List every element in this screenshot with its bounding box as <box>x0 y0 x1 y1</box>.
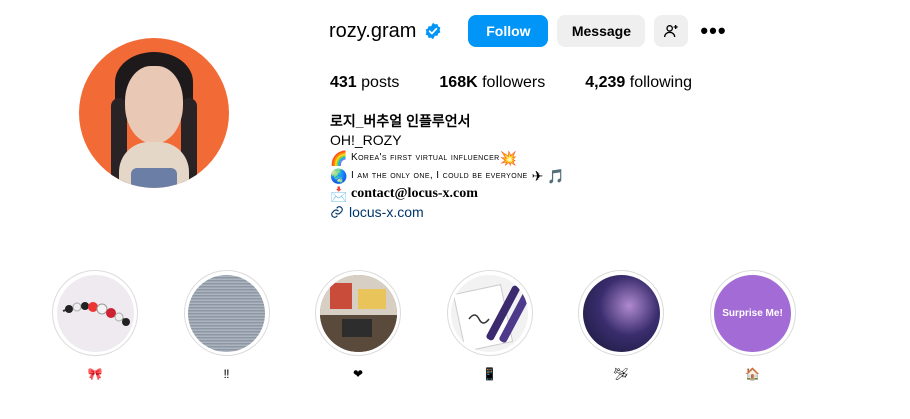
username: rozy.gram <box>329 20 417 42</box>
highlight-ring <box>446 270 533 356</box>
story-highlights: 🎀 ‼ ❤ 📱 🛩 Surprise Me! 🏠 <box>52 270 841 382</box>
highlight-ring <box>52 270 138 356</box>
bio-line-1-text: Korea's first virtual influencer <box>351 152 500 163</box>
avatar-top <box>131 168 177 188</box>
highlight-cover <box>188 274 265 352</box>
highlight-cover <box>451 274 528 352</box>
collision-icon: 💥 <box>499 150 518 166</box>
verified-badge-icon <box>426 22 441 40</box>
message-button[interactable]: Message <box>557 15 646 47</box>
followers-stat[interactable]: 168K followers <box>439 74 545 92</box>
highlight-cover <box>319 274 397 352</box>
highlight-label: ‼ <box>223 367 230 381</box>
highlight-ring <box>315 270 401 356</box>
link-icon <box>331 206 343 218</box>
posts-count: 431 <box>330 74 357 91</box>
website-link[interactable]: locus-x.com <box>349 203 424 221</box>
display-name: 로지_버추얼 인플루언서 <box>330 113 471 129</box>
room-photo-image <box>319 274 397 352</box>
bio-link-line[interactable]: locus-x.com <box>330 203 565 221</box>
posts-label: posts <box>361 74 400 91</box>
profile-bio: 로지_버추얼 인플루언서 OH!_ROZY 🌈 Korea's first vi… <box>330 112 565 221</box>
highlight-cover <box>56 274 134 352</box>
envelope-icon: 📩 <box>330 186 348 202</box>
bio-handle-line: OH!_ROZY <box>330 132 402 148</box>
highlight-label: 🏠 <box>745 367 760 381</box>
highlight-cover <box>582 274 660 352</box>
suggested-users-button[interactable] <box>654 15 689 47</box>
bio-line-1: 🌈 Korea's first virtual influencer 💥 <box>330 149 565 167</box>
bio-line-2: 🌏 I am the only one, I could be everyone… <box>330 167 565 185</box>
bead-bracelet-image <box>62 301 130 326</box>
highlight-label: ❤ <box>352 367 364 381</box>
highlight-cover: Surprise Me! <box>714 274 791 352</box>
add-user-icon <box>664 25 679 38</box>
globe-icon: 🌏 <box>330 168 348 184</box>
highlight-3[interactable]: ❤ <box>315 270 401 382</box>
notebook-pen-image <box>452 283 528 352</box>
highlight-1[interactable]: 🎀 <box>52 270 138 382</box>
highlight-label: 🛩 <box>613 367 629 381</box>
following-stat[interactable]: 4,239 following <box>585 74 692 92</box>
highlight-cover-text: Surprise Me! <box>722 307 783 319</box>
bio-contact-line: 📩 contact@locus-x.com <box>330 185 565 203</box>
followers-count: 168K <box>439 74 478 91</box>
highlight-ring: Surprise Me! <box>709 270 796 356</box>
contact-email: contact@locus-x.com <box>351 186 478 201</box>
follow-button[interactable]: Follow <box>468 15 549 47</box>
posts-stat: 431 posts <box>330 74 399 92</box>
profile-header: rozy.gram Follow Message ••• <box>329 14 727 48</box>
highlight-2[interactable]: ‼ <box>183 270 270 382</box>
avatar-face <box>125 66 183 144</box>
highlight-ring <box>578 270 664 356</box>
following-label: following <box>629 74 693 91</box>
highlight-label: 📱 <box>482 367 497 381</box>
highlight-4[interactable]: 📱 <box>446 270 533 382</box>
bio-line-2-text: I am the only one, I could be everyone <box>351 170 528 181</box>
profile-avatar[interactable] <box>79 38 229 188</box>
airplane-music-icon: ✈ 🎵 <box>531 168 565 184</box>
highlight-5[interactable]: 🛩 <box>578 270 664 382</box>
followers-label: followers <box>482 74 546 91</box>
profile-stats: 431 posts 168K followers 4,239 following <box>330 74 732 92</box>
rainbow-icon: 🌈 <box>330 150 348 166</box>
following-count: 4,239 <box>585 74 626 91</box>
highlight-6[interactable]: Surprise Me! 🏠 <box>709 270 796 382</box>
highlight-label: 🎀 <box>87 367 103 381</box>
highlight-ring <box>183 270 270 356</box>
more-options-icon[interactable]: ••• <box>700 15 726 47</box>
